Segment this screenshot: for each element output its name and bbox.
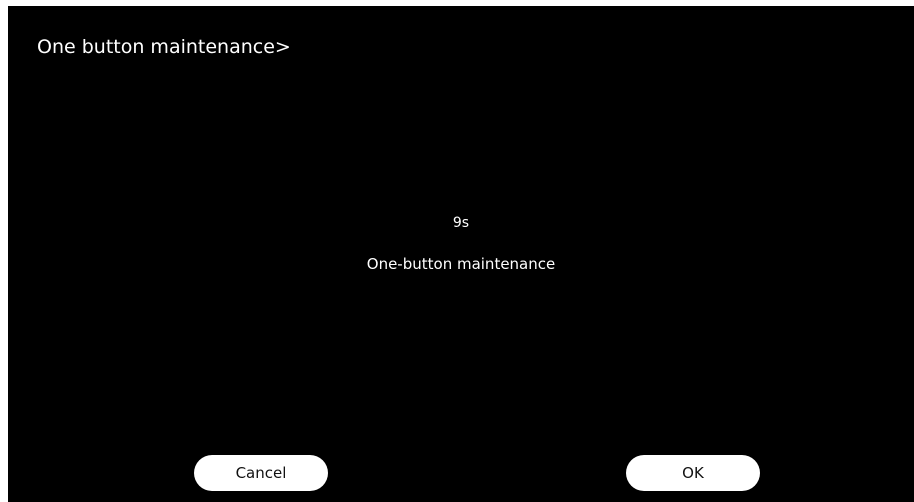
status-message: One-button maintenance <box>366 255 556 273</box>
countdown-timer: 9s <box>452 215 470 231</box>
ok-button[interactable]: OK <box>626 455 760 491</box>
cancel-button[interactable]: Cancel <box>194 455 328 491</box>
page-title[interactable]: One button maintenance> <box>37 35 291 59</box>
maintenance-screen: One button maintenance> 9s One-button ma… <box>8 6 914 502</box>
